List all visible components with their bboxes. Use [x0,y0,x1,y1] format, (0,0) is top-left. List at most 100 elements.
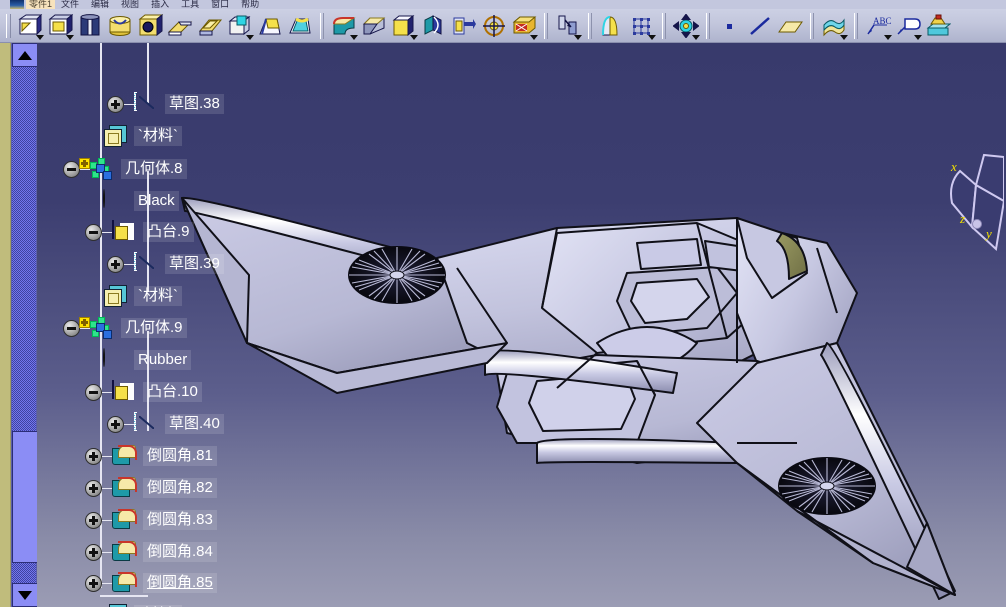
dropdown-arrow-icon[interactable] [350,34,358,40]
dropdown-arrow-icon[interactable] [884,34,892,40]
menu-item-help[interactable]: 帮助 [235,0,265,9]
tree-item-sketch-39[interactable]: 草图.39 [107,251,224,277]
toolbar-button-mirror[interactable] [449,12,479,40]
expand-plus-icon[interactable] [85,543,102,561]
compass-origin-dot [972,219,982,229]
menu-item-edit[interactable]: 编辑 [85,0,115,9]
toolbar-button-draft[interactable] [255,12,285,40]
expand-plus-icon[interactable] [107,415,124,433]
toolbar-button-boolean[interactable] [509,12,539,40]
tree-item-material-9[interactable]: `材料` [103,283,182,309]
pattern-icon [481,14,507,38]
tree-item-material-10[interactable]: `材料` [103,602,182,607]
tree-stub [102,487,112,489]
dropdown-arrow-icon[interactable] [574,34,582,40]
toolbar-button-extrude-surface[interactable] [819,12,849,40]
toolbar-button-apply-material[interactable] [923,12,953,40]
toolbar-button-shaft[interactable] [75,12,105,40]
toolbar-button-stiffener[interactable] [225,12,255,40]
expand-plus-icon[interactable] [85,479,102,497]
dropdown-arrow-icon[interactable] [692,34,700,40]
tree-item-fillet-85[interactable]: 倒圆角.85 [85,570,217,596]
dropdown-arrow-icon[interactable] [914,34,922,40]
tree-item-pad-10[interactable]: 凸台.10 [85,379,202,405]
3d-viewport[interactable]: x z y 草图.38 `材料` 几何体.8 Black 凸台.9 草图.39 … [37,43,1006,607]
toolbar-button-flag-note[interactable] [893,12,923,40]
tree-item-rubber[interactable]: Rubber [103,347,192,373]
collapse-minus-icon[interactable] [85,223,102,241]
tree-item-sketch-38[interactable]: 草图.38 [107,91,224,117]
tree-item-black[interactable]: Black [103,188,179,214]
toolbar-button-point[interactable] [715,12,745,40]
toolbar-button-pattern[interactable] [479,12,509,40]
turbine-fan-front [348,246,446,304]
scroll-down-button[interactable] [12,583,38,607]
toolbar-button-sketch[interactable] [15,12,45,40]
expand-plus-icon[interactable] [85,511,102,529]
tree-item-body-9[interactable]: 几何体.9 [63,315,187,341]
scrollbar-thumb[interactable] [12,431,38,563]
toolbar-button-shell[interactable] [285,12,315,40]
tree-item-pad-9[interactable]: 凸台.9 [85,219,194,245]
specification-tree[interactable]: 草图.38 `材料` 几何体.8 Black 凸台.9 草图.39 `材料` 几… [37,43,287,607]
tree-item-fillet-84[interactable]: 倒圆角.84 [85,539,217,565]
toolbar-button-plane-surface[interactable] [597,12,627,40]
toolbar-separator [544,12,548,39]
collapse-minus-icon[interactable] [85,383,102,401]
tree-item-label: `材料` [134,126,182,146]
menu-item-window[interactable]: 窗口 [205,0,235,9]
toolbar-button-plane[interactable] [775,12,805,40]
expand-plus-icon[interactable] [85,447,102,465]
toolbar-button-pad[interactable] [45,12,75,40]
tree-item-sketch-40[interactable]: 草图.40 [107,411,224,437]
toolbar-button-hole[interactable] [135,12,165,40]
toolbar-button-grid[interactable] [627,12,657,40]
dropdown-arrow-icon[interactable] [648,34,656,40]
tree-item-material-8[interactable]: `材料` [103,123,182,149]
toolbar-button-loft[interactable] [195,12,225,40]
orientation-compass[interactable]: x z y [938,141,1006,256]
toolbar-button-groove[interactable] [105,12,135,40]
tree-item-fillet-81[interactable]: 倒圆角.81 [85,443,217,469]
tree-item-fillet-82[interactable]: 倒圆角.82 [85,475,217,501]
dropdown-arrow-icon[interactable] [410,34,418,40]
dropdown-arrow-icon[interactable] [66,34,74,40]
menu-bar: 零件1 文件 编辑 视图 插入 工具 窗口 帮助 [0,0,1006,9]
toolbar-button-line[interactable] [745,12,775,40]
expand-plus-icon[interactable] [85,574,102,592]
toolbar-button-measure-item[interactable] [553,12,583,40]
tree-item-label: 倒圆角.84 [143,542,217,562]
menu-item-view[interactable]: 视图 [115,0,145,9]
compass-y-label: y [986,226,992,241]
toolbar-button-chamfer[interactable] [359,12,389,40]
system-menu-icon[interactable] [10,0,24,9]
main-toolbar: ABC [0,9,1006,43]
menu-item-file[interactable]: 文件 [55,0,85,9]
tree-stub [102,391,112,393]
geoset-icon [79,317,116,339]
fillet-icon [112,541,138,563]
expand-plus-icon[interactable] [107,95,124,113]
toolbar-button-transform[interactable] [671,12,701,40]
toolbar-button-split[interactable] [419,12,449,40]
toolbar-button-fillet[interactable] [329,12,359,40]
scroll-up-button[interactable] [12,43,38,67]
toolbar-button-rib[interactable] [165,12,195,40]
toolbar-button-text-annotation[interactable]: ABC [863,12,893,40]
sketch-icon [134,252,160,275]
dropdown-arrow-icon[interactable] [36,34,44,40]
dropdown-arrow-icon[interactable] [530,34,538,40]
expand-plus-icon[interactable] [107,255,124,273]
tree-vertical-scrollbar[interactable] [11,43,38,607]
dropdown-arrow-icon[interactable] [840,34,848,40]
menu-item-insert[interactable]: 插入 [145,0,175,9]
tree-item-body-8[interactable]: 几何体.8 [63,156,187,182]
toolbar-button-thickness[interactable] [389,12,419,40]
tree-item-fillet-83[interactable]: 倒圆角.83 [85,507,217,533]
toolbar-grip[interactable] [6,13,11,38]
collapse-minus-icon[interactable] [63,319,80,337]
dropdown-arrow-icon[interactable] [246,34,254,40]
tree-stub [102,519,112,521]
collapse-minus-icon[interactable] [63,160,80,178]
menu-item-tools[interactable]: 工具 [175,0,205,9]
